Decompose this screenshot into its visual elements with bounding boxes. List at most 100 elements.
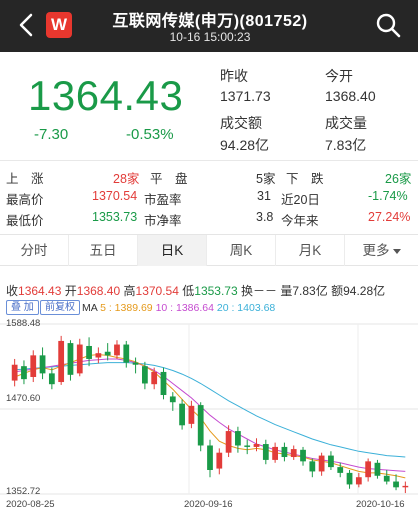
candle-body — [151, 371, 158, 385]
info-close: 1364.43 — [18, 284, 62, 298]
d20-label: 近20日 — [281, 193, 320, 207]
candle-body — [142, 366, 148, 384]
ytd-label: 今年来 — [281, 214, 319, 228]
x-axis-mid-label: 2020-09-16 — [184, 499, 233, 510]
candle-body — [365, 461, 372, 478]
tab-more[interactable]: 更多 — [345, 235, 418, 266]
d20-value: -1.74% — [368, 189, 408, 203]
info-close-label: 收 — [6, 284, 19, 298]
kline-info-line: 收1364.43 开1368.40 高1370.54 低1353.73 换－－ … — [6, 282, 385, 299]
candle-body — [225, 431, 232, 453]
chevron-down-icon — [392, 248, 401, 254]
high-row: 最高价 1370.54 市盈率 31 近20日 -1.74% — [0, 187, 418, 207]
flat-count-value: 5家 — [256, 172, 276, 186]
candle-body — [216, 452, 223, 469]
tab-weekly-k[interactable]: 周K — [207, 235, 276, 266]
overlay-button[interactable]: 叠 加 — [6, 300, 39, 315]
candle-body — [207, 445, 213, 471]
y-axis-bottom-label: 1352.72 — [6, 486, 41, 497]
candle-body — [179, 403, 185, 426]
x-axis-left-label: 2020-08-25 — [6, 499, 55, 510]
candle-body — [30, 355, 37, 377]
info-open: 1368.40 — [76, 284, 121, 298]
prev-close-value: 1371.73 — [220, 88, 271, 104]
candle-body — [95, 353, 102, 358]
down-count-label: 下 跌 — [286, 172, 324, 186]
candle-body — [132, 362, 139, 365]
price-change: -7.30 — [34, 126, 69, 143]
candle-body — [374, 462, 381, 476]
back-icon[interactable] — [14, 10, 40, 40]
candle-body — [67, 343, 74, 375]
info-turnover-rate: 换－－ — [241, 284, 278, 298]
info-high-label: 高 — [123, 284, 136, 298]
candle-body — [402, 485, 409, 488]
price-change-percent: -0.53% — [126, 126, 174, 143]
info-high: 1370.54 — [135, 284, 179, 298]
y-axis-mid-label: 1470.60 — [6, 393, 41, 404]
info-low: 1353.73 — [194, 284, 238, 298]
turnover-value: 94.28亿 — [220, 137, 270, 153]
open-value: 1368.40 — [325, 88, 376, 104]
candle-body — [244, 445, 251, 447]
candle-body — [58, 340, 65, 383]
open-label: 今开 — [325, 68, 353, 84]
candle-body — [48, 373, 55, 385]
ma-legend: MA 5 : 1389.69 10 : 1386.64 20 : 1403.68 — [82, 302, 275, 314]
tab-monthly-k[interactable]: 月K — [276, 235, 345, 266]
pe-value: 31 — [257, 189, 271, 203]
ma5-value: 5 : 1389.69 — [100, 302, 153, 314]
up-count-label: 上 涨 — [6, 172, 44, 186]
candle-body — [123, 344, 130, 363]
tab-five-day[interactable]: 五日 — [69, 235, 138, 266]
pe-label: 市盈率 — [144, 193, 182, 207]
info-amount-label: 额 — [331, 284, 344, 298]
info-open-label: 开 — [64, 284, 77, 298]
candle-body — [337, 467, 344, 473]
turnover-label: 成交额 — [220, 115, 262, 131]
low-value: 1353.73 — [92, 210, 138, 224]
ytd-value: 27.24% — [368, 210, 411, 224]
candle-body — [300, 449, 306, 462]
low-label: 最低价 — [6, 214, 44, 228]
search-icon[interactable] — [374, 11, 402, 39]
top-bar: W 互联网传媒(申万)(801752) 10-16 15:00:23 — [0, 0, 418, 52]
current-price: 1364.43 — [28, 72, 184, 119]
candle-body — [309, 461, 316, 472]
candle-body — [11, 364, 18, 381]
candle-body — [383, 475, 390, 482]
app-logo: W — [46, 12, 72, 38]
candle-body — [355, 477, 362, 485]
prev-close-label: 昨收 — [220, 68, 248, 84]
candle-body — [272, 446, 278, 460]
candle-body — [21, 366, 27, 380]
tab-intraday[interactable]: 分时 — [0, 235, 69, 266]
divider — [0, 160, 418, 161]
high-value: 1370.54 — [92, 189, 138, 203]
update-time: 10-16 15:00:23 — [169, 30, 251, 44]
candle-body — [39, 355, 46, 374]
volume-label: 成交量 — [325, 115, 367, 131]
pb-label: 市净率 — [144, 214, 182, 228]
pb-value: 3.8 — [256, 210, 274, 224]
tab-more-label: 更多 — [362, 243, 390, 258]
ma-label: MA — [82, 302, 98, 314]
candle-body — [262, 444, 269, 460]
candle-body — [393, 481, 399, 488]
info-volume-label: 量 — [280, 284, 293, 298]
candle-body — [197, 405, 204, 446]
candle-body — [188, 405, 195, 424]
chart-tabs: 分时 五日 日K 周K 月K 更多 — [0, 234, 418, 266]
y-axis-top-label: 1588.48 — [6, 318, 41, 329]
candle-body — [318, 455, 325, 472]
up-count-value: 28家 — [113, 172, 140, 186]
tab-daily-k[interactable]: 日K — [138, 235, 207, 266]
breadth-row: 上 涨 28家 平 盘 5家 下 跌 26家 — [0, 166, 418, 186]
candle-body — [328, 455, 334, 468]
candle-body — [160, 371, 167, 396]
down-count-value: 26家 — [385, 172, 412, 186]
adjust-button[interactable]: 前复权 — [40, 300, 80, 315]
kline-chart[interactable] — [0, 316, 418, 513]
candle-body — [169, 396, 176, 403]
info-amount: 94.28亿 — [343, 284, 386, 298]
